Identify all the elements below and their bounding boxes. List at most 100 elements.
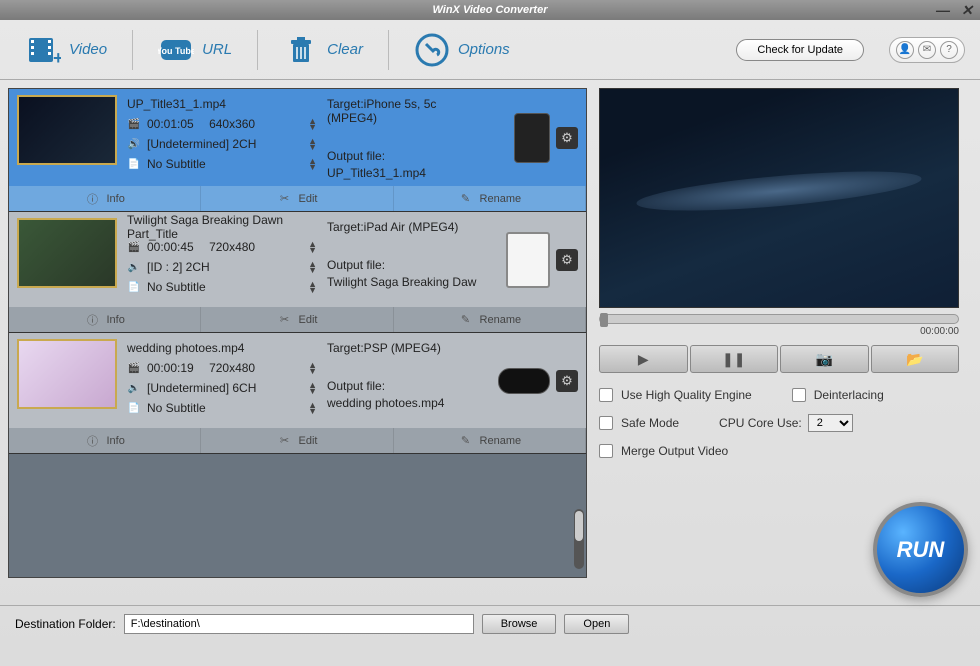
- stepper[interactable]: ▲▼: [308, 261, 317, 273]
- queue-item[interactable]: wedding photoes.mp4 🎬00:00:19 720x480▲▼ …: [9, 333, 586, 454]
- stepper[interactable]: ▲▼: [308, 118, 317, 130]
- film-plus-icon: +: [25, 32, 61, 68]
- psp-icon: [498, 368, 550, 394]
- preview-area: [599, 88, 959, 308]
- pause-button[interactable]: ❚❚: [690, 345, 779, 373]
- output-label: Output file:: [327, 258, 477, 272]
- scrollbar[interactable]: [574, 509, 584, 569]
- destination-input[interactable]: [124, 614, 474, 634]
- options-button[interactable]: Options: [404, 27, 520, 73]
- audio-icon: 🔊: [127, 139, 141, 150]
- output-file: wedding photoes.mp4: [327, 396, 477, 410]
- svg-text:+: +: [53, 48, 61, 68]
- add-video-button[interactable]: + Video: [15, 27, 117, 73]
- merge-output-checkbox[interactable]: Merge Output Video: [599, 444, 728, 458]
- timeline[interactable]: [599, 314, 959, 324]
- close-button[interactable]: ✕: [959, 3, 975, 17]
- rename-button[interactable]: ✎Rename: [394, 307, 586, 332]
- scissors-icon: ✂: [277, 191, 293, 207]
- edit-button[interactable]: ✂Edit: [201, 186, 393, 211]
- check-update-button[interactable]: Check for Update: [736, 39, 864, 61]
- titlebar: WinX Video Converter — ✕: [0, 0, 980, 20]
- scissors-icon: ✂: [277, 312, 293, 328]
- rename-button[interactable]: ✎Rename: [394, 428, 586, 453]
- snapshot-button[interactable]: 📷: [780, 345, 869, 373]
- minimize-button[interactable]: —: [935, 3, 951, 17]
- add-url-button[interactable]: You Tube URL: [148, 27, 242, 73]
- safe-mode-checkbox[interactable]: Safe Mode: [599, 416, 679, 430]
- separator: [257, 30, 258, 70]
- rename-icon: ✎: [458, 433, 474, 449]
- open-button[interactable]: Open: [564, 614, 629, 634]
- filename: wedding photoes.mp4: [127, 341, 244, 355]
- settings-icon[interactable]: ⚙: [556, 127, 578, 149]
- thumbnail: [17, 95, 117, 165]
- separator: [132, 30, 133, 70]
- wrench-icon: [414, 32, 450, 68]
- target-label: Target:PSP (MPEG4): [327, 341, 477, 355]
- stepper[interactable]: ▲▼: [308, 241, 317, 253]
- settings-icon[interactable]: ⚙: [556, 370, 578, 392]
- target-label: Target:iPad Air (MPEG4): [327, 220, 477, 234]
- deinterlacing-checkbox[interactable]: Deinterlacing: [792, 388, 884, 402]
- rename-button[interactable]: ✎Rename: [394, 186, 586, 211]
- rename-icon: ✎: [458, 191, 474, 207]
- scrollbar-thumb[interactable]: [575, 511, 583, 541]
- clear-button[interactable]: Clear: [273, 27, 373, 73]
- settings-icon[interactable]: ⚙: [556, 249, 578, 271]
- trash-icon: [283, 32, 319, 68]
- queue-item[interactable]: Twilight Saga Breaking Dawn Part_Title 🎬…: [9, 212, 586, 333]
- target-label: Target:iPhone 5s, 5c (MPEG4): [327, 97, 477, 125]
- queue-item[interactable]: UP_Title31_1.mp4 🎬00:01:05 640x360▲▼ 🔊[U…: [9, 89, 586, 212]
- run-button[interactable]: RUN: [873, 502, 968, 597]
- cpu-core-select[interactable]: 2: [808, 414, 853, 432]
- mail-icon[interactable]: ✉: [918, 41, 936, 59]
- destination-label: Destination Folder:: [15, 617, 116, 631]
- edit-button[interactable]: ✂Edit: [201, 307, 393, 332]
- output-file: UP_Title31_1.mp4: [327, 166, 477, 180]
- help-icon[interactable]: ?: [940, 41, 958, 59]
- svg-text:You Tube: You Tube: [158, 46, 194, 56]
- stepper[interactable]: ▲▼: [308, 281, 317, 293]
- browse-button[interactable]: Browse: [482, 614, 557, 634]
- output-file: Twilight Saga Breaking Daw: [327, 275, 477, 289]
- output-label: Output file:: [327, 379, 477, 393]
- output-label: Output file:: [327, 149, 477, 163]
- stepper[interactable]: ▲▼: [308, 158, 317, 170]
- bottom-bar: Destination Folder: Browse Open: [0, 605, 980, 642]
- youtube-icon: You Tube: [158, 32, 194, 68]
- open-folder-button[interactable]: 📂: [871, 345, 960, 373]
- ipad-icon: [506, 232, 550, 288]
- filename: Twilight Saga Breaking Dawn Part_Title: [127, 213, 317, 241]
- hq-engine-checkbox[interactable]: Use High Quality Engine: [599, 388, 752, 402]
- audio-icon: 🔊: [127, 383, 141, 394]
- conversion-queue: UP_Title31_1.mp4 🎬00:01:05 640x360▲▼ 🔊[U…: [8, 88, 587, 578]
- info-icon: ⓘ: [84, 312, 100, 328]
- info-button[interactable]: ⓘInfo: [9, 428, 201, 453]
- timeline-handle[interactable]: [600, 313, 608, 327]
- video-icon: 🎬: [127, 119, 141, 130]
- video-icon: 🎬: [127, 242, 141, 253]
- stepper[interactable]: ▲▼: [308, 382, 317, 394]
- stepper[interactable]: ▲▼: [308, 138, 317, 150]
- subtitle-icon: 📄: [127, 159, 141, 170]
- cpu-core-label: CPU Core Use:: [719, 416, 802, 430]
- account-icon[interactable]: 👤: [896, 41, 914, 59]
- header-icon-group: 👤 ✉ ?: [889, 37, 965, 63]
- play-button[interactable]: ▶: [599, 345, 688, 373]
- toolbar-video-label: Video: [69, 41, 107, 58]
- info-icon: ⓘ: [84, 191, 100, 207]
- subtitle-icon: 📄: [127, 282, 141, 293]
- app-title: WinX Video Converter: [432, 4, 547, 16]
- separator: [388, 30, 389, 70]
- toolbar-url-label: URL: [202, 41, 232, 58]
- info-button[interactable]: ⓘInfo: [9, 307, 201, 332]
- info-icon: ⓘ: [84, 433, 100, 449]
- subtitle-icon: 📄: [127, 403, 141, 414]
- stepper[interactable]: ▲▼: [308, 362, 317, 374]
- thumbnail: [17, 218, 117, 288]
- info-button[interactable]: ⓘInfo: [9, 186, 201, 211]
- stepper[interactable]: ▲▼: [308, 402, 317, 414]
- filename: UP_Title31_1.mp4: [127, 97, 226, 111]
- edit-button[interactable]: ✂Edit: [201, 428, 393, 453]
